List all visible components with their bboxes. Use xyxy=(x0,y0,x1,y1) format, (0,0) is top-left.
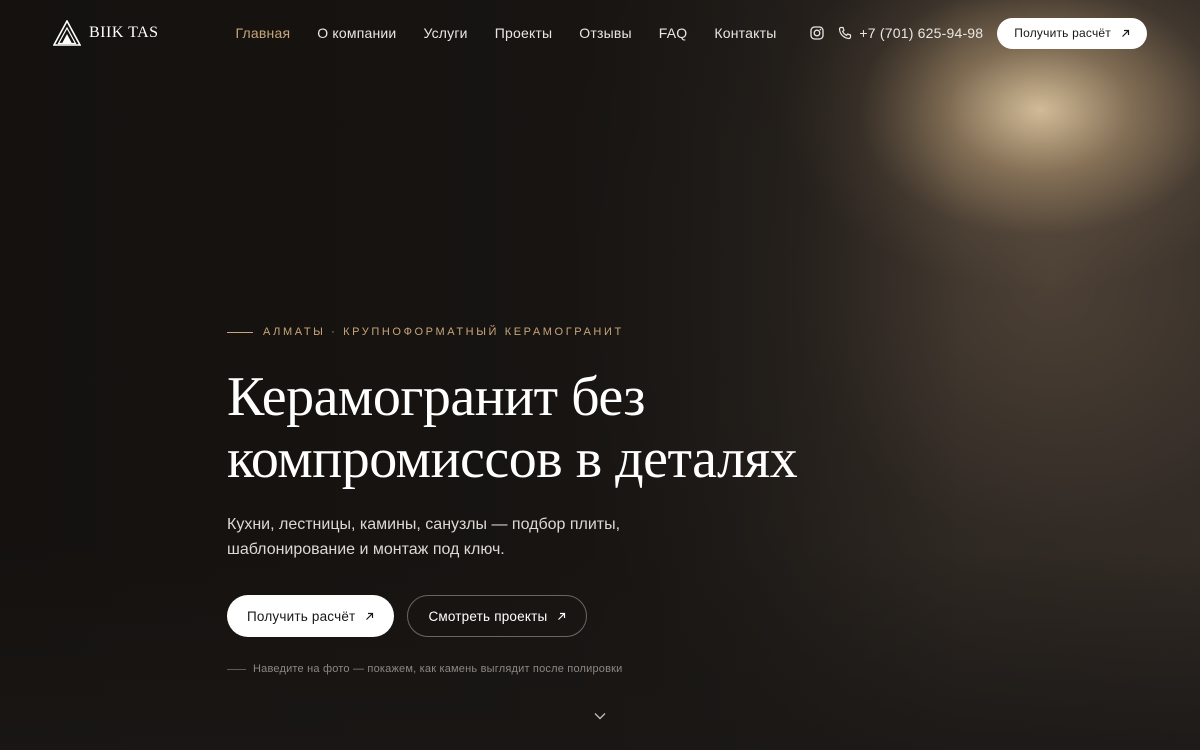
nav-item-reviews[interactable]: Отзывы xyxy=(579,25,631,41)
header-get-quote-button[interactable]: Получить расчёт xyxy=(997,17,1147,49)
logo[interactable]: BIIK TAS xyxy=(53,20,159,46)
nav-item-faq[interactable]: FAQ xyxy=(659,25,688,41)
header-actions: +7 (701) 625-94-98 Получить расчёт xyxy=(810,17,1147,49)
phone-icon xyxy=(839,26,852,40)
hint-divider xyxy=(227,668,246,670)
nav-item-home[interactable]: Главная xyxy=(236,25,291,41)
nav-item-about[interactable]: О компании xyxy=(317,25,396,41)
hero-title: Керамогранит без компромиссов в деталях xyxy=(227,366,867,490)
arrow-up-right-icon xyxy=(1122,29,1130,37)
get-quote-label: Получить расчёт xyxy=(247,608,356,624)
hero-title-line-2: компромиссов в деталях xyxy=(227,428,798,490)
nav-item-contacts[interactable]: Контакты xyxy=(714,25,776,41)
hero-eyebrow: АЛМАТЫ · КРУПНОФОРМАТНЫЙ КЕРАМОГРАНИТ xyxy=(227,320,867,344)
hero-cta-row: Получить расчёт Смотреть проекты xyxy=(227,595,867,637)
header-get-quote-label: Получить расчёт xyxy=(1014,26,1111,40)
view-projects-button[interactable]: Смотреть проекты xyxy=(407,595,588,637)
eyebrow-divider xyxy=(227,331,253,333)
phone-number: +7 (701) 625-94-98 xyxy=(859,25,984,41)
hero-subtitle: Кухни, лестницы, камины, санузлы — подбо… xyxy=(227,516,621,558)
brand-name: BIIK TAS xyxy=(89,24,159,41)
nav-item-projects[interactable]: Проекты xyxy=(495,25,553,41)
eyebrow-text: АЛМАТЫ · КРУПНОФОРМАТНЫЙ КЕРАМОГРАНИТ xyxy=(263,326,624,338)
hero-section: АЛМАТЫ · КРУПНОФОРМАТНЫЙ КЕРАМОГРАНИТ Ке… xyxy=(227,320,867,675)
hover-hint: Наведите на фото — покажем, как камень в… xyxy=(227,663,867,675)
instagram-icon[interactable] xyxy=(810,26,825,40)
view-projects-label: Смотреть проекты xyxy=(428,608,548,624)
phone-link[interactable]: +7 (701) 625-94-98 xyxy=(838,25,983,41)
hero-title-line-1: Керамогранит без xyxy=(227,366,646,428)
arrow-up-right-icon xyxy=(558,612,566,620)
nav-item-services[interactable]: Услуги xyxy=(423,25,467,41)
arrow-up-right-icon xyxy=(366,612,374,620)
scroll-down-chevron-icon[interactable] xyxy=(593,709,607,723)
main-nav: Главная О компании Услуги Проекты Отзывы… xyxy=(236,25,777,41)
hint-text: Наведите на фото — покажем, как камень в… xyxy=(253,663,623,675)
triangle-stone-logo-icon xyxy=(53,20,81,46)
get-quote-button[interactable]: Получить расчёт xyxy=(227,595,395,637)
site-header: BIIK TAS Главная О компании Услуги Проек… xyxy=(0,0,1200,66)
